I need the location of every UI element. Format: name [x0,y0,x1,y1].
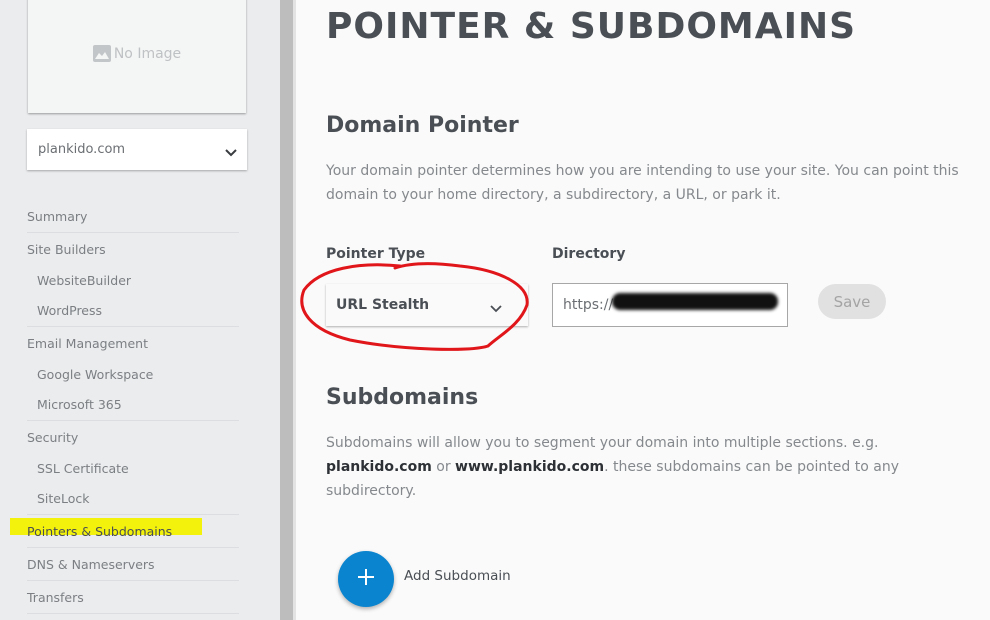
sidebar-item-wordpress[interactable]: WordPress [27,296,239,326]
domain-pointer-description: Your domain pointer determines how you a… [326,163,959,203]
sidebar-item-dns-nameservers[interactable]: DNS & Nameservers [27,548,239,581]
pointer-type-value: URL Stealth [336,297,430,313]
save-button[interactable]: Save [818,284,886,319]
domain-select-value: plankido.com [38,142,126,157]
sidebar-item-label: WordPress [37,303,103,318]
page-title: POINTER & SUBDOMAINS [326,6,857,47]
sidebar-item-label: SSL Certificate [37,461,129,476]
pointer-type-select[interactable]: URL Stealth [326,284,528,326]
sidebar-item-summary[interactable]: Summary [27,200,239,233]
sidebar-group-site-builders: Site Builders WebsiteBuilder WordPress [27,233,239,327]
domain-select[interactable]: plankido.com [27,129,247,170]
sidebar-item-ssl-certificate[interactable]: SSL Certificate [27,454,239,484]
main-content: POINTER & SUBDOMAINS Domain Pointer Your… [296,0,990,620]
sidebar-item-google-workspace[interactable]: Google Workspace [27,360,239,390]
sidebar-item-transfers[interactable]: Transfers [27,581,239,614]
example-domain: plankido.com [326,459,432,475]
chevron-down-icon [490,301,502,313]
sidebar-item-site-builders[interactable]: Site Builders [27,233,239,266]
pointer-type-label: Pointer Type [326,246,426,262]
sidebar-item-security[interactable]: Security [27,421,239,454]
sidebar-nav: Summary Site Builders WebsiteBuilder Wor… [10,200,239,614]
sidebar-group-security: Security SSL Certificate SiteLock [27,421,239,515]
sidebar-item-label: Security [27,430,79,445]
sidebar-item-label: Google Workspace [37,367,154,382]
sidebar-item-email-management[interactable]: Email Management [27,327,239,360]
directory-label: Directory [552,246,626,262]
desc-text: or [431,459,456,475]
no-image-label: No Image [113,45,182,62]
sidebar-item-pointers-subdomains[interactable]: Pointers & Subdomains [10,515,239,548]
redaction-scribble [612,293,778,310]
add-subdomain-button[interactable] [338,551,394,607]
desc-text: Subdomains will allow you to segment you… [326,435,879,451]
site-image-placeholder: No Image [28,0,246,113]
sidebar-item-label: Microsoft 365 [37,397,122,412]
example-www-domain: www.plankido.com [455,459,605,475]
sidebar-item-websitebuilder[interactable]: WebsiteBuilder [27,266,239,296]
add-subdomain-label[interactable]: Add Subdomain [404,568,511,584]
sidebar-group-email: Email Management Google Workspace Micros… [27,327,239,421]
image-icon [92,45,111,62]
subdomains-heading: Subdomains [326,385,479,410]
subdomains-description: Subdomains will allow you to segment you… [326,431,976,503]
sidebar-item-label: WebsiteBuilder [37,273,132,288]
sidebar-item-label: Site Builders [27,242,106,257]
sidebar-item-label: Pointers & Subdomains [27,524,173,539]
sidebar-item-label: Email Management [27,336,148,351]
sidebar-item-label: SiteLock [37,491,90,506]
chevron-down-icon [225,146,237,156]
sidebar-item-microsoft-365[interactable]: Microsoft 365 [27,390,239,420]
plus-icon [357,568,375,590]
sidebar-item-sitelock[interactable]: SiteLock [27,484,239,514]
sidebar-item-label: Summary [27,209,88,224]
sidebar-scrollbar[interactable] [280,0,293,620]
sidebar-item-label: Transfers [27,590,84,605]
sidebar: No Image plankido.com Summary Site Build… [0,0,280,620]
domain-pointer-heading: Domain Pointer [326,113,519,138]
sidebar-item-label: DNS & Nameservers [27,557,155,572]
